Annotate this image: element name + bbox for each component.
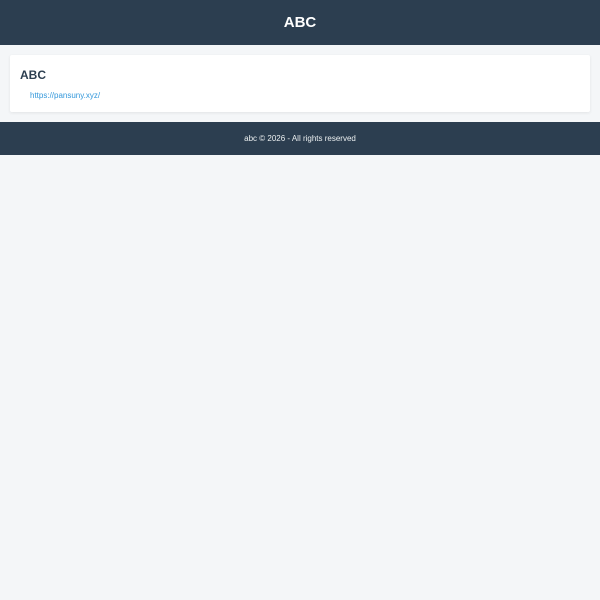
main-content: ABC https://pansuny.xyz/ (0, 45, 600, 122)
site-title: ABC (283, 14, 317, 31)
site-link[interactable]: https://pansuny.xyz/ (30, 91, 100, 101)
link-card: ABC https://pansuny.xyz/ (10, 55, 590, 112)
card-title: ABC (20, 68, 46, 82)
site-header: ABC (0, 0, 600, 45)
site-footer: abc © 2026 - All rights reserved (0, 122, 600, 155)
copyright-text: abc © 2026 - All rights reserved (244, 134, 356, 143)
